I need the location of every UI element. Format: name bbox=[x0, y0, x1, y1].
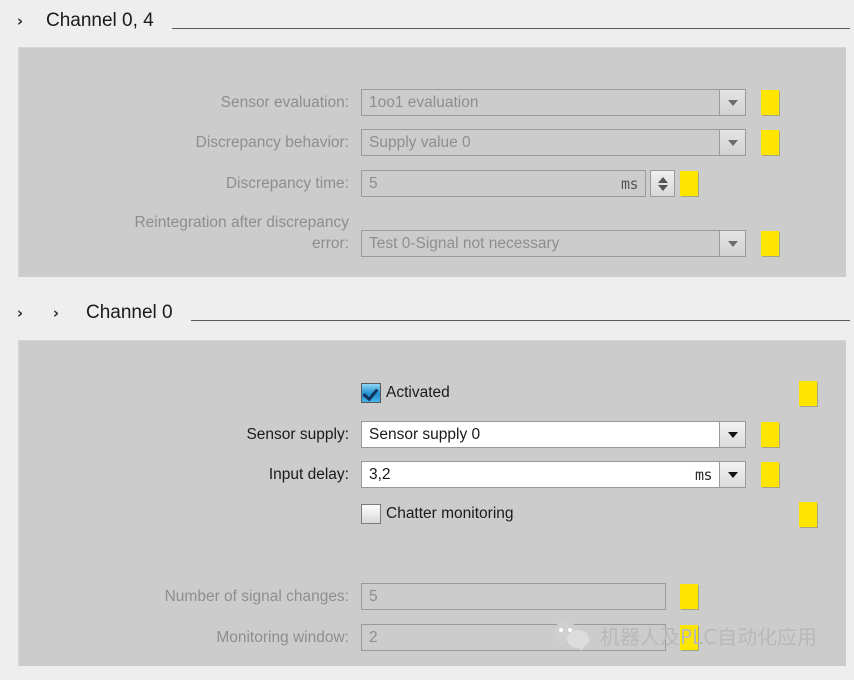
label-reintegration-line2: error: bbox=[311, 235, 349, 252]
status-badge-sensor-evaluation bbox=[761, 90, 779, 115]
chevron-down-icon[interactable] bbox=[719, 231, 745, 256]
panel-channel-0: Activated Sensor supply: Sensor supply 0… bbox=[18, 340, 846, 666]
header-rule bbox=[171, 27, 850, 29]
label-number-of-signal-changes: Number of signal changes: bbox=[164, 588, 349, 605]
label-monitoring-window: Monitoring window: bbox=[216, 629, 349, 646]
combo-input-delay[interactable]: 3,2 ms bbox=[361, 461, 746, 488]
unit-label-input-delay: ms bbox=[694, 465, 713, 484]
textbox-monitoring-window[interactable]: 2 bbox=[361, 624, 666, 651]
textbox-value-monitoring-window[interactable]: 2 bbox=[362, 629, 665, 647]
section-header-channel-0[interactable]: › › Channel 0 bbox=[0, 298, 854, 328]
row-input-delay: Input delay: bbox=[19, 461, 349, 489]
label-discrepancy-behavior: Discrepancy behavior: bbox=[195, 134, 349, 151]
textbox-number-of-signal-changes[interactable]: 5 bbox=[361, 583, 666, 610]
combo-value-sensor-supply: Sensor supply 0 bbox=[369, 425, 481, 443]
combo-value-reintegration: Test 0-Signal not necessary bbox=[369, 234, 560, 252]
row-number-of-signal-changes: Number of signal changes: bbox=[19, 583, 349, 611]
status-badge-discrepancy-behavior bbox=[761, 130, 779, 155]
chevron-down-icon[interactable] bbox=[719, 90, 745, 115]
combo-value-discrepancy-behavior: Supply value 0 bbox=[369, 133, 471, 151]
checkbox-chatter-monitoring[interactable] bbox=[361, 504, 381, 524]
combo-discrepancy-behavior[interactable]: Supply value 0 bbox=[361, 129, 746, 156]
textbox-value-number-of-signal-changes[interactable]: 5 bbox=[362, 588, 665, 606]
header-rule bbox=[190, 319, 850, 321]
label-chatter-monitoring: Chatter monitoring bbox=[386, 505, 514, 522]
label-activated: Activated bbox=[386, 384, 450, 401]
combo-reintegration[interactable]: Test 0-Signal not necessary bbox=[361, 230, 746, 257]
status-badge-reintegration bbox=[761, 231, 779, 256]
label-input-delay: Input delay: bbox=[268, 466, 349, 483]
checkbox-activated[interactable] bbox=[361, 383, 381, 403]
combo-value-sensor-evaluation: 1oo1 evaluation bbox=[369, 93, 479, 111]
spinbox-value-discrepancy-time[interactable]: 5 bbox=[362, 175, 617, 193]
status-badge-chatter-monitoring bbox=[799, 502, 817, 527]
row-reintegration: Reintegration after discrepancy error: bbox=[19, 212, 349, 260]
panel-channel-0-4: Sensor evaluation: 1oo1 evaluation Discr… bbox=[18, 47, 846, 277]
label-discrepancy-time: Discrepancy time: bbox=[225, 175, 349, 192]
row-chatter-monitoring[interactable]: Chatter monitoring bbox=[361, 501, 514, 527]
status-badge-discrepancy-time bbox=[680, 171, 698, 196]
spinbox-discrepancy-time[interactable]: 5 ms bbox=[361, 170, 646, 197]
section-header-channel-0-4[interactable]: › Channel 0, 4 bbox=[0, 6, 854, 36]
chevron-down-icon[interactable] bbox=[719, 422, 745, 447]
section-title: Channel 0, 4 bbox=[46, 10, 154, 31]
spinner-down-icon[interactable] bbox=[657, 184, 668, 191]
status-badge-sensor-supply bbox=[761, 422, 779, 447]
unit-label-discrepancy-time: ms bbox=[620, 174, 639, 193]
status-badge-activated bbox=[799, 381, 817, 406]
section-title: Channel 0 bbox=[86, 302, 173, 323]
row-sensor-supply: Sensor supply: bbox=[19, 421, 349, 449]
chevron-right-icon-nested[interactable]: › bbox=[48, 305, 64, 321]
spinner-up-icon[interactable] bbox=[657, 176, 668, 183]
row-discrepancy-behavior: Discrepancy behavior: bbox=[19, 129, 349, 157]
label-reintegration: Reintegration after discrepancy error: bbox=[134, 212, 349, 254]
status-badge-number-of-signal-changes bbox=[680, 584, 698, 609]
combo-value-input-delay[interactable]: 3,2 bbox=[362, 466, 691, 484]
label-sensor-supply: Sensor supply: bbox=[246, 426, 349, 443]
label-reintegration-line1: Reintegration after discrepancy bbox=[134, 214, 349, 231]
row-activated[interactable]: Activated bbox=[361, 380, 450, 406]
chevron-down-icon[interactable] bbox=[719, 462, 745, 487]
combo-sensor-supply[interactable]: Sensor supply 0 bbox=[361, 421, 746, 448]
status-badge-monitoring-window bbox=[680, 625, 698, 650]
row-monitoring-window: Monitoring window: bbox=[19, 624, 349, 652]
chevron-right-icon[interactable]: › bbox=[12, 305, 28, 321]
row-discrepancy-time: Discrepancy time: bbox=[19, 170, 349, 198]
row-sensor-evaluation: Sensor evaluation: bbox=[19, 89, 349, 117]
chevron-down-icon[interactable] bbox=[719, 130, 745, 155]
label-sensor-evaluation: Sensor evaluation: bbox=[220, 94, 349, 111]
status-badge-input-delay bbox=[761, 462, 779, 487]
combo-sensor-evaluation[interactable]: 1oo1 evaluation bbox=[361, 89, 746, 116]
spinner-discrepancy-time[interactable] bbox=[650, 170, 675, 197]
chevron-right-icon[interactable]: › bbox=[12, 13, 28, 29]
